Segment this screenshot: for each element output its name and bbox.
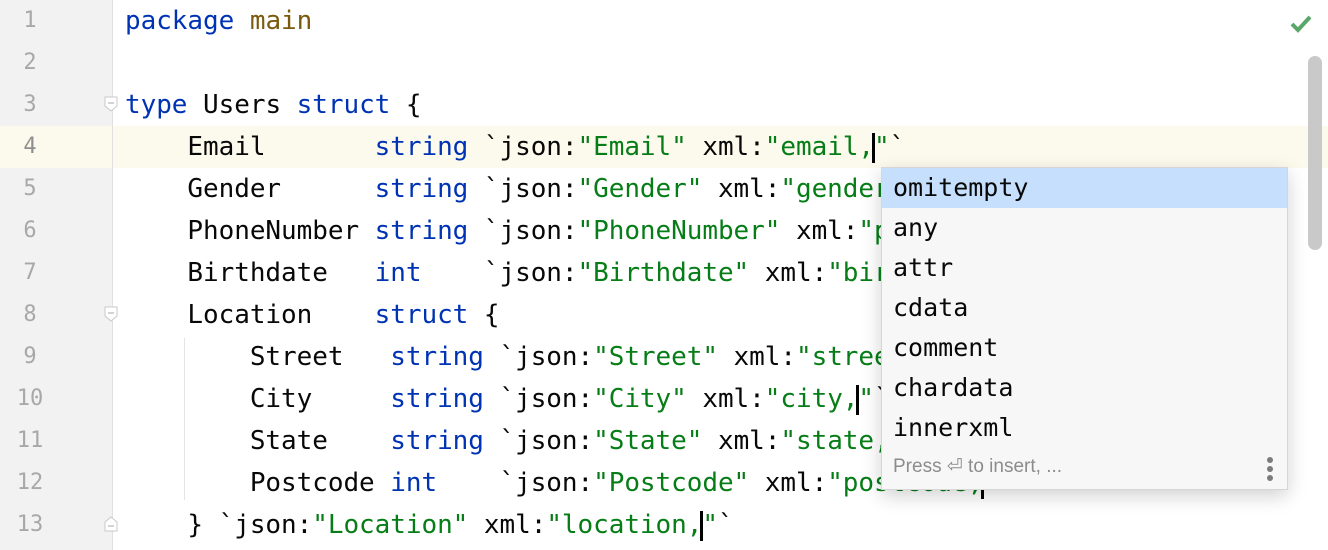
package-token: main: [249, 6, 313, 36]
string-token: "state,: [780, 426, 890, 456]
completion-item-innerxml[interactable]: innerxml: [882, 408, 1287, 448]
string-token: "Email": [577, 132, 687, 162]
code-token: Birthdate: [125, 258, 375, 288]
string-token: "location,: [546, 510, 703, 540]
completion-item-chardata[interactable]: chardata: [882, 368, 1287, 408]
string-token: "email,: [764, 132, 875, 162]
completion-item-attr[interactable]: attr: [882, 248, 1287, 288]
keyword-token: string: [374, 216, 469, 246]
code-line[interactable]: type Users struct {: [125, 84, 1092, 126]
fold-end-icon[interactable]: [104, 516, 118, 532]
line-number[interactable]: 5: [0, 168, 60, 210]
code-token: `json:: [437, 468, 594, 498]
string-token: ": [702, 510, 718, 540]
line-number[interactable]: 9: [0, 336, 60, 378]
completion-footer: Press ⏎ to insert, ...: [882, 447, 1287, 489]
fold-collapse-icon[interactable]: [104, 96, 118, 112]
insert-hint: Press ⏎ to insert, ...: [893, 456, 1063, 477]
code-token: Gender: [125, 174, 375, 204]
code-token: xml:: [702, 174, 781, 204]
completion-item-omitempty[interactable]: omitempty: [882, 168, 1287, 208]
keyword-token: string: [390, 342, 484, 372]
code-token: xml:: [686, 384, 765, 414]
code-token: `: [889, 132, 906, 162]
checkmark-icon[interactable]: [1290, 14, 1312, 34]
line-number[interactable]: 6: [0, 210, 60, 252]
code-token: {: [390, 90, 422, 120]
code-token: `json:: [483, 342, 594, 372]
code-token: State: [125, 426, 391, 456]
code-line[interactable]: package main: [125, 0, 1092, 42]
keyword-token: package: [125, 6, 235, 36]
code-token: } `json:: [125, 510, 313, 540]
code-token: `: [717, 510, 734, 540]
string-token: ": [874, 132, 890, 162]
code-token: {: [468, 300, 500, 330]
code-line[interactable]: [125, 42, 1092, 84]
vertical-ellipsis-icon[interactable]: [1267, 457, 1273, 481]
line-number[interactable]: 2: [0, 42, 60, 84]
code-token: xml:: [717, 342, 796, 372]
line-number[interactable]: 13: [0, 504, 60, 546]
completion-list: omitempty any attr cdata comment chardata inne…: [882, 168, 1287, 448]
code-token: xml:: [468, 510, 547, 540]
code-token: Email: [125, 132, 375, 162]
code-token: `json:: [468, 216, 578, 246]
keyword-token: int: [390, 468, 438, 498]
string-token: "city,: [764, 384, 859, 414]
string-token: "Gender": [577, 174, 703, 204]
string-token: "Birthdate": [577, 258, 750, 288]
string-token: ": [858, 384, 875, 414]
code-token: `json:: [483, 426, 594, 456]
code-token: xml:: [749, 258, 828, 288]
code-token: `json:: [468, 174, 578, 204]
line-number[interactable]: 12: [0, 462, 60, 504]
line-number[interactable]: 10: [0, 378, 60, 420]
string-token: "State": [593, 426, 703, 456]
line-number[interactable]: 1: [0, 0, 60, 42]
code-line[interactable]: } `json:"Location" xml:"location,"`: [125, 504, 1092, 546]
keyword-token: string: [390, 426, 484, 456]
line-number[interactable]: 11: [0, 420, 60, 462]
vertical-scrollbar[interactable]: [1308, 56, 1322, 250]
code-token: Street: [125, 342, 391, 372]
keyword-token: type: [125, 90, 188, 120]
code-token: City: [125, 384, 391, 414]
line-number[interactable]: 4: [0, 126, 60, 168]
keyword-token: struct: [296, 90, 391, 120]
code-token: PhoneNumber: [125, 216, 375, 246]
string-token: "Street": [593, 342, 718, 372]
string-token: "City": [593, 384, 687, 414]
line-number[interactable]: 8: [0, 294, 60, 336]
completion-item-comment[interactable]: comment: [882, 328, 1287, 368]
string-token: "Location": [312, 510, 469, 540]
code-token: `json:: [468, 132, 578, 162]
line-number[interactable]: 3: [0, 84, 60, 126]
code-line[interactable]: Email string `json:"Email" xml:"email,"`: [125, 126, 1092, 168]
keyword-token: string: [374, 174, 469, 204]
completion-popup: omitempty any attr cdata comment chardata inne…: [881, 167, 1288, 490]
code-token: Postcode: [125, 468, 391, 498]
keyword-token: string: [390, 384, 484, 414]
code-token: xml:: [780, 216, 859, 246]
completion-item-cdata[interactable]: cdata: [882, 288, 1287, 328]
code-token: Users: [187, 90, 297, 120]
completion-item-any[interactable]: any: [882, 208, 1287, 248]
code-token: xml:: [702, 426, 781, 456]
string-token: "PhoneNumber": [577, 216, 781, 246]
keyword-token: struct: [374, 300, 469, 330]
line-numbers: 1 2 3 4 5 6 7 8 9 10 11 12 13: [0, 0, 60, 546]
string-token: "Postcode": [593, 468, 750, 498]
code-token: `json:: [421, 258, 578, 288]
code-token: Location: [125, 300, 375, 330]
code-token: xml:: [686, 132, 765, 162]
code-token: `json:: [483, 384, 594, 414]
keyword-token: string: [374, 132, 469, 162]
code-token: xml:: [749, 468, 828, 498]
keyword-token: int: [374, 258, 422, 288]
line-number[interactable]: 7: [0, 252, 60, 294]
fold-collapse-icon[interactable]: [104, 306, 118, 322]
